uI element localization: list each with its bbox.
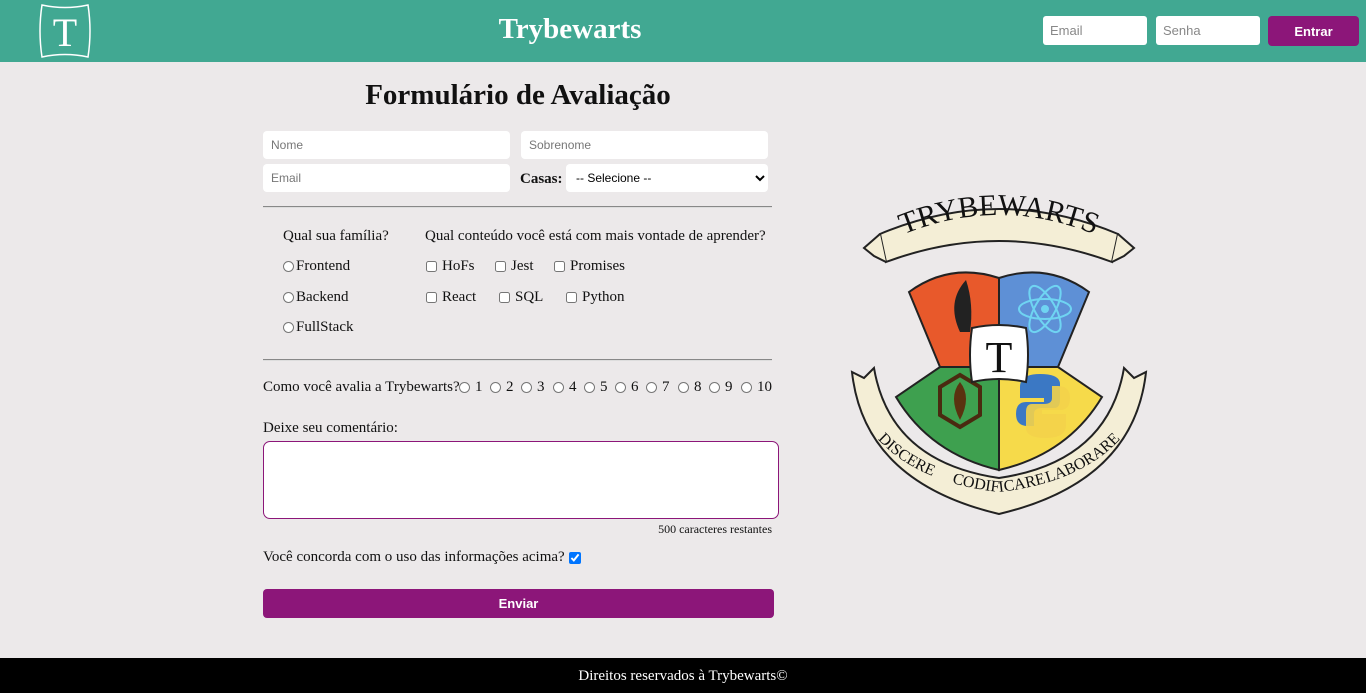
rate-value: 1 bbox=[475, 379, 483, 395]
agreement-row[interactable]: Você concorda com o uso das informações … bbox=[263, 549, 581, 566]
content-option-label: React bbox=[442, 289, 477, 305]
rate-option-3[interactable]: 3 bbox=[521, 379, 545, 396]
rate-radio[interactable] bbox=[678, 382, 689, 393]
family-option-label: Backend bbox=[296, 289, 349, 305]
comment-textarea[interactable] bbox=[263, 441, 779, 519]
rate-option-6[interactable]: 6 bbox=[615, 379, 639, 396]
rate-value: 10 bbox=[757, 379, 772, 395]
login-password-input[interactable] bbox=[1156, 16, 1260, 45]
rate-value: 3 bbox=[537, 379, 545, 395]
rate-option-9[interactable]: 9 bbox=[709, 379, 733, 396]
top-header: T Trybewarts Entrar bbox=[0, 0, 1366, 62]
footer-text: Direitos reservados à Trybewarts© bbox=[578, 668, 788, 684]
rate-question: Como você avalia a Trybewarts? bbox=[263, 379, 460, 395]
rate-radio[interactable] bbox=[646, 382, 657, 393]
family-option-frontend[interactable]: Frontend bbox=[283, 258, 350, 275]
rate-option-2[interactable]: 2 bbox=[490, 379, 514, 396]
content-option-label: HoFs bbox=[442, 258, 475, 274]
rate-value: 6 bbox=[631, 379, 639, 395]
rate-radio[interactable] bbox=[553, 382, 564, 393]
content-question: Qual conteúdo você está com mais vontade… bbox=[425, 228, 766, 244]
content-checkbox-python[interactable] bbox=[566, 292, 577, 303]
content-option-hofs[interactable]: HoFs bbox=[426, 258, 475, 275]
content-option-label: Python bbox=[582, 289, 625, 305]
family-question: Qual sua família? bbox=[283, 228, 389, 244]
rate-radio[interactable] bbox=[741, 382, 752, 393]
comment-label: Deixe seu comentário: bbox=[263, 420, 398, 436]
lastname-input[interactable] bbox=[521, 131, 768, 159]
family-option-label: FullStack bbox=[296, 319, 354, 335]
agreement-checkbox[interactable] bbox=[568, 551, 581, 564]
email-input[interactable] bbox=[263, 164, 510, 192]
house-select[interactable]: -- Selecione -- bbox=[566, 164, 768, 192]
content-option-sql[interactable]: SQL bbox=[499, 289, 543, 306]
content-checkbox-react[interactable] bbox=[426, 292, 437, 303]
char-counter: 500 caracteres restantes bbox=[658, 522, 772, 536]
rate-value: 2 bbox=[506, 379, 514, 395]
rate-radio[interactable] bbox=[490, 382, 501, 393]
family-radio-frontend[interactable] bbox=[283, 261, 294, 272]
rate-radio[interactable] bbox=[615, 382, 626, 393]
content-checkbox-hofs[interactable] bbox=[426, 261, 437, 272]
content-checkbox-promises[interactable] bbox=[554, 261, 565, 272]
footer: Direitos reservados à Trybewarts© bbox=[0, 658, 1366, 693]
content-checkbox-sql[interactable] bbox=[499, 292, 510, 303]
rate-option-5[interactable]: 5 bbox=[584, 379, 608, 396]
family-option-label: Frontend bbox=[296, 258, 351, 274]
rate-value: 4 bbox=[569, 379, 577, 395]
content-option-python[interactable]: Python bbox=[566, 289, 625, 306]
content-option-promises[interactable]: Promises bbox=[554, 258, 625, 275]
rate-option-7[interactable]: 7 bbox=[646, 379, 670, 396]
login-button[interactable]: Entrar bbox=[1268, 16, 1359, 46]
rate-option-8[interactable]: 8 bbox=[678, 379, 702, 396]
content-option-react[interactable]: React bbox=[426, 289, 476, 306]
rate-option-4[interactable]: 4 bbox=[553, 379, 577, 396]
content-checkbox-jest[interactable] bbox=[495, 261, 506, 272]
form-title: Formulário de Avaliação bbox=[365, 79, 671, 111]
agreement-label: Você concorda com o uso das informações … bbox=[263, 549, 565, 565]
content-option-label: Jest bbox=[511, 258, 534, 274]
content-option-label: Promises bbox=[570, 258, 626, 274]
submit-button[interactable]: Enviar bbox=[263, 589, 774, 618]
family-radio-fullstack[interactable] bbox=[283, 322, 294, 333]
rate-radio[interactable] bbox=[521, 382, 532, 393]
rate-radio[interactable] bbox=[459, 382, 470, 393]
rate-option-1[interactable]: 1 bbox=[459, 379, 483, 396]
content-option-label: SQL bbox=[515, 289, 544, 305]
divider-bottom bbox=[263, 359, 772, 361]
rate-radio[interactable] bbox=[584, 382, 595, 393]
rate-value: 5 bbox=[600, 379, 608, 395]
family-radio-backend[interactable] bbox=[283, 292, 294, 303]
rate-value: 7 bbox=[662, 379, 670, 395]
rate-option-10[interactable]: 10 bbox=[741, 379, 772, 396]
site-title: Trybewarts bbox=[498, 13, 642, 45]
trybewarts-crest-image: TRYBEWARTS T DISCERE CODIFICARE LABORARE bbox=[850, 192, 1148, 516]
rate-radio[interactable] bbox=[709, 382, 720, 393]
rate-value: 8 bbox=[694, 379, 702, 395]
house-label: Casas: bbox=[520, 171, 563, 187]
divider-top bbox=[263, 206, 772, 208]
family-option-fullstack[interactable]: FullStack bbox=[283, 319, 354, 336]
name-input[interactable] bbox=[263, 131, 510, 159]
login-email-input[interactable] bbox=[1043, 16, 1147, 45]
content-option-jest[interactable]: Jest bbox=[495, 258, 534, 275]
family-option-backend[interactable]: Backend bbox=[283, 289, 348, 306]
rate-value: 9 bbox=[725, 379, 733, 395]
shield-center-letter: T bbox=[986, 333, 1013, 382]
